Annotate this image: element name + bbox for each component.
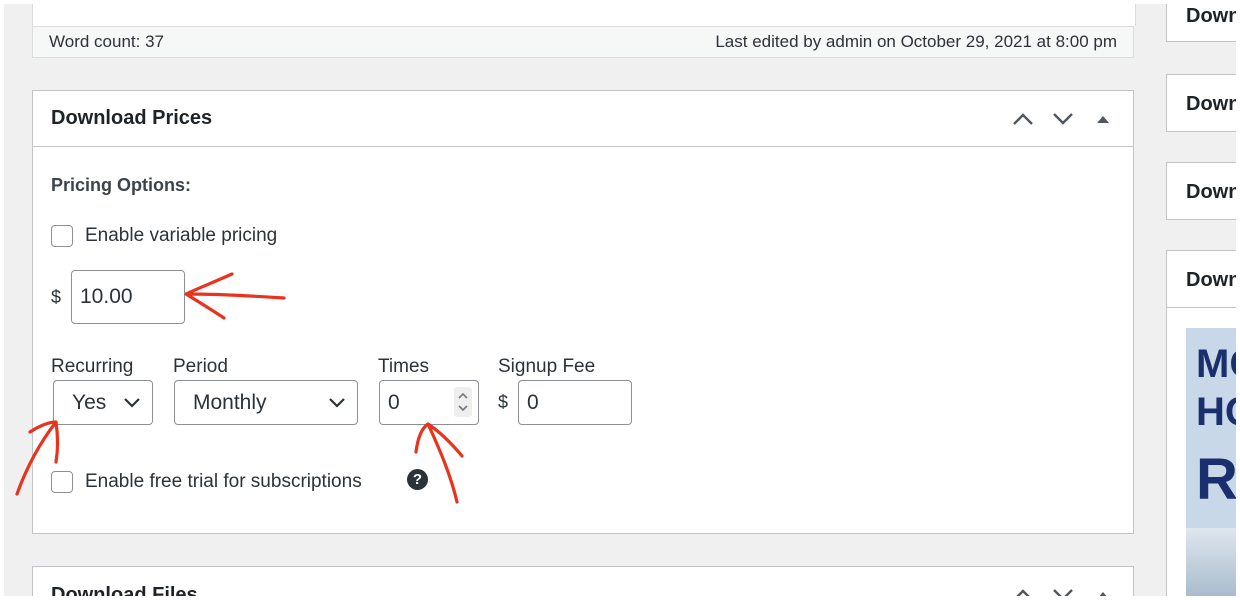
sidebar-box-title: Down	[1186, 181, 1236, 203]
poster-text-line: R	[1196, 447, 1236, 512]
period-selected-value: Monthly	[193, 390, 267, 414]
variable-pricing-checkbox[interactable]	[51, 225, 73, 247]
sidebar-box-1[interactable]: Down	[1166, 4, 1236, 42]
download-prices-header[interactable]: Download Prices	[33, 91, 1133, 147]
free-trial-checkbox[interactable]	[51, 471, 73, 493]
toggle-panel-button[interactable]	[1087, 103, 1119, 135]
sidebar-box-2[interactable]: Down	[1166, 74, 1236, 132]
price-value: 10.00	[80, 285, 133, 308]
times-label: Times	[378, 356, 430, 377]
free-trial-row: Enable free trial for subscriptions	[51, 471, 362, 493]
recurring-selected-value: Yes	[72, 390, 107, 414]
download-files-header[interactable]: Download Files	[33, 567, 1133, 596]
variable-pricing-label: Enable variable pricing	[85, 225, 278, 246]
signup-fee-input[interactable]: 0	[518, 380, 632, 425]
move-up-button[interactable]	[1007, 103, 1039, 135]
sidebar-box-title: Down	[1186, 5, 1236, 27]
panel-title: Download Files	[51, 583, 198, 597]
help-icon[interactable]: ?	[407, 469, 428, 490]
price-input[interactable]: 10.00	[71, 270, 185, 324]
variable-pricing-row: Enable variable pricing	[51, 225, 277, 247]
period-label: Period	[173, 356, 228, 377]
chevron-down-icon	[1053, 589, 1073, 596]
editor-status-bar: Word count: 37 Last edited by admin on O…	[32, 26, 1134, 58]
spinner-arrows-icon	[458, 392, 468, 412]
number-spinner[interactable]	[454, 387, 472, 417]
triangle-up-icon	[1099, 592, 1107, 596]
sidebar-box-title: Down	[1186, 93, 1236, 115]
sidebar-box-3[interactable]: Down	[1166, 162, 1236, 220]
poster-text-line: MO	[1196, 342, 1236, 386]
sidebar-divider	[1167, 307, 1236, 308]
sidebar-box-title: Down	[1186, 269, 1236, 291]
poster-photo	[1186, 528, 1236, 596]
chevron-up-icon	[1016, 589, 1030, 596]
times-input[interactable]: 0	[379, 380, 479, 425]
signup-fee-value: 0	[527, 390, 539, 414]
free-trial-label: Enable free trial for subscriptions	[85, 471, 362, 492]
featured-image: MO HO R	[1186, 328, 1236, 596]
admin-screen: Word count: 37 Last edited by admin on O…	[4, 4, 1236, 596]
move-down-button[interactable]	[1047, 579, 1079, 596]
chevron-up-icon	[1013, 113, 1033, 125]
move-up-button[interactable]	[1007, 579, 1039, 596]
pricing-options-label: Pricing Options:	[51, 175, 192, 195]
period-select[interactable]: Monthly	[174, 380, 358, 425]
signup-fee-currency: $	[498, 392, 509, 412]
poster-text-line: HO	[1196, 390, 1236, 434]
chevron-down-icon	[329, 397, 345, 408]
panel-title: Download Prices	[51, 107, 213, 129]
move-down-button[interactable]	[1047, 103, 1079, 135]
last-edited-info: Last edited by admin on October 29, 2021…	[715, 32, 1117, 51]
download-prices-body: Pricing Options: Enable variable pricing…	[33, 147, 1133, 533]
signup-fee-label: Signup Fee	[498, 356, 596, 377]
price-currency-symbol: $	[51, 287, 62, 307]
download-prices-panel: Download Prices Pricing Options: Enable …	[32, 90, 1134, 534]
chevron-down-icon	[1053, 113, 1073, 125]
triangle-up-icon	[1097, 116, 1109, 123]
chevron-down-icon	[124, 397, 140, 408]
recurring-label: Recurring	[51, 356, 134, 377]
times-value: 0	[388, 390, 400, 414]
recurring-select[interactable]: Yes	[53, 380, 153, 425]
toggle-panel-button[interactable]	[1087, 579, 1119, 596]
word-count: Word count: 37	[49, 32, 164, 51]
editor-area-bottom	[32, 4, 1136, 26]
download-files-panel: Download Files	[32, 566, 1134, 596]
